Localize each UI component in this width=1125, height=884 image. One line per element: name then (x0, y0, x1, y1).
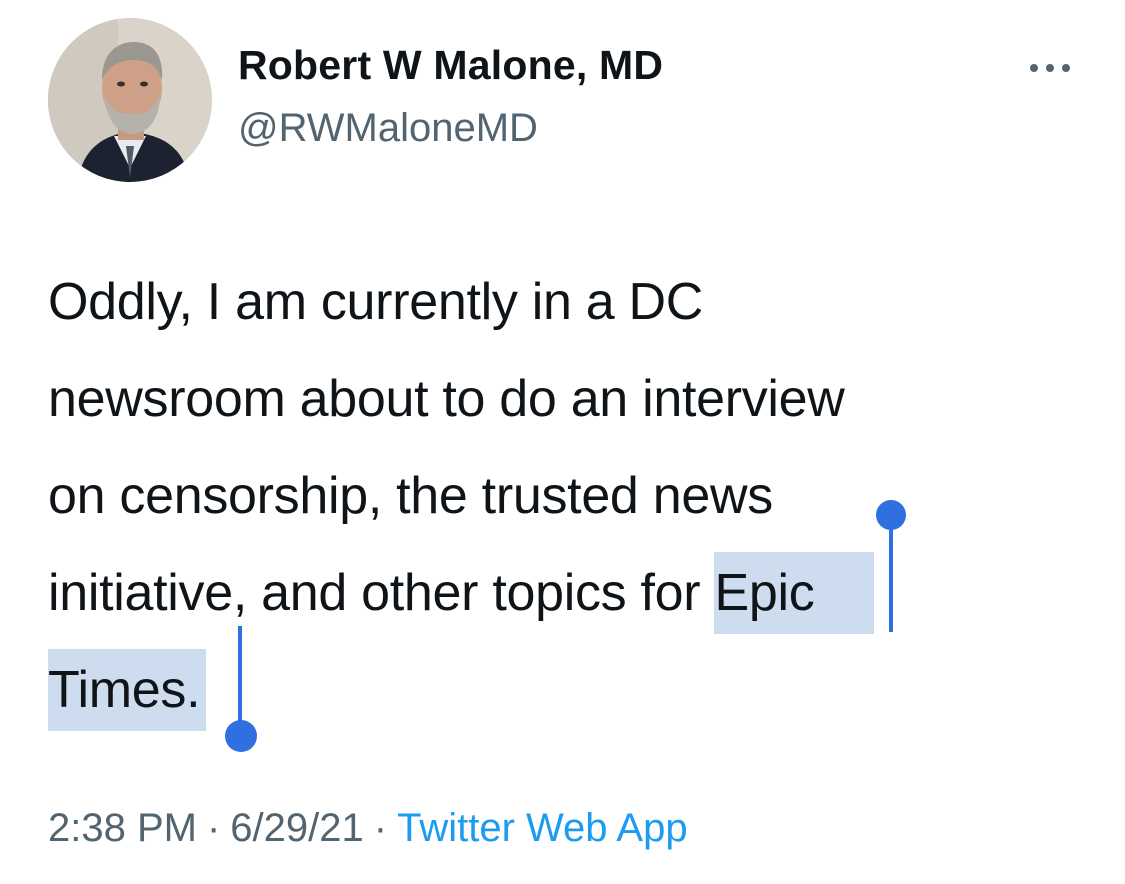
tweet-text-line: newsroom about to do an interview (48, 370, 845, 428)
tweet-date[interactable]: 6/29/21 (230, 806, 363, 850)
selected-text: Epic (714, 552, 875, 634)
tweet-time[interactable]: 2:38 PM (48, 806, 197, 850)
selected-text: Times. (48, 649, 207, 731)
profile-photo (48, 18, 212, 182)
tweet-metadata: 2:38 PM · 6/29/21 · Twitter Web App (48, 806, 688, 851)
author-handle[interactable]: @RWMaloneMD (238, 106, 538, 151)
tweet-text-line: Oddly, I am currently in a DC (48, 273, 703, 331)
author-display-name[interactable]: Robert W Malone, MD (238, 42, 663, 89)
tweet-source-link[interactable]: Twitter Web App (397, 806, 688, 850)
tweet-text-plain: initiative, and other topics for (48, 564, 715, 622)
selection-end-handle[interactable] (224, 626, 260, 754)
tweet-text-line: initiative, and other topics for Epic (48, 545, 1088, 642)
separator: · (206, 806, 221, 850)
more-options-icon (1030, 64, 1070, 72)
tweet: Robert W Malone, MD @RWMaloneMD Oddly, I… (0, 0, 1125, 884)
tweet-text[interactable]: Oddly, I am currently in a DC newsroom a… (48, 254, 1088, 739)
tweet-text-line: on censorship, the trusted news (48, 467, 773, 525)
author-avatar[interactable] (48, 18, 212, 182)
separator: · (373, 806, 388, 850)
more-options-button[interactable] (1020, 50, 1080, 86)
tweet-text-line: Times. (48, 642, 1088, 739)
selection-start-handle[interactable] (874, 498, 908, 634)
